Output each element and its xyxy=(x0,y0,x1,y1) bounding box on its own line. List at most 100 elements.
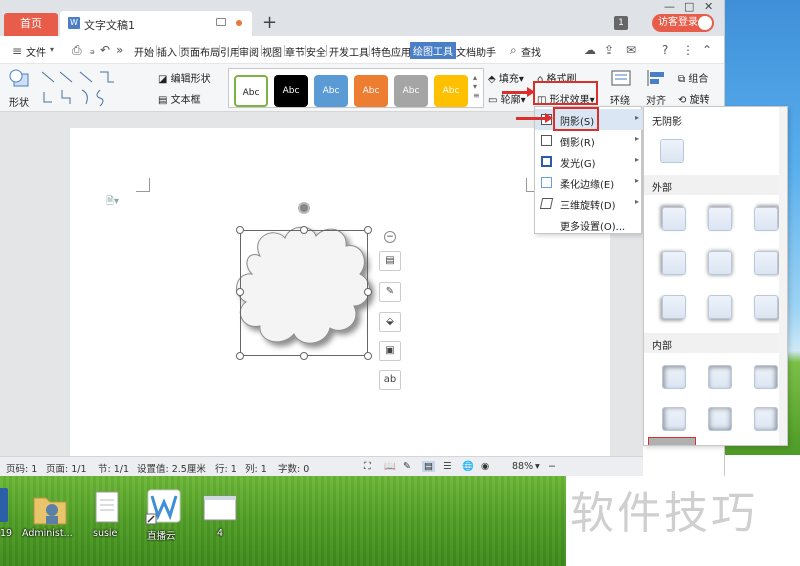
window-icon[interactable] xyxy=(200,488,240,528)
outline-box-icon[interactable]: ▣ xyxy=(379,341,401,361)
align-button[interactable]: 对齐 xyxy=(642,68,672,108)
style-orange[interactable]: Abc xyxy=(354,75,388,107)
zoom-dropdown-icon[interactable]: ▾ xyxy=(535,461,540,472)
group-button[interactable]: ⧉ 组合 xyxy=(678,70,708,85)
pen-icon[interactable]: ✎ xyxy=(379,282,401,302)
rotate-handle-icon[interactable] xyxy=(298,202,310,214)
comment-icon[interactable]: ✉ xyxy=(626,43,636,57)
tab-document[interactable]: W 文字文稿1 xyxy=(60,11,252,36)
rotate-button[interactable]: ⟲ 旋转 xyxy=(678,91,710,106)
outer-shadow-tile[interactable] xyxy=(708,295,732,319)
menu-page-layout[interactable]: 页面布局 xyxy=(180,44,220,59)
status-pages[interactable]: 页面: 1/1 xyxy=(46,461,87,475)
paragraph-icon[interactable]: 🗎▾ xyxy=(106,194,119,211)
resize-handle[interactable] xyxy=(236,352,244,360)
edit-shape-button[interactable]: ◪ 编辑形状 xyxy=(158,70,211,85)
gallery-scroll-icon[interactable]: ▴ ▾ ≡ xyxy=(473,73,480,100)
format-icon[interactable]: ₔ xyxy=(90,43,95,57)
close-icon[interactable]: ✕ xyxy=(704,0,713,13)
menu-references[interactable]: 引用 xyxy=(220,44,240,59)
undo-icon[interactable]: ↶ xyxy=(100,43,110,57)
outer-shadow-tile[interactable] xyxy=(754,295,778,319)
zoom-out-icon[interactable]: − xyxy=(548,461,556,472)
outer-shadow-tile[interactable] xyxy=(708,207,732,231)
menu-item-more-settings[interactable]: 更多设置(O)... xyxy=(535,214,643,235)
status-setting[interactable]: 设置值: 2.5厘米 xyxy=(137,461,206,475)
inner-shadow-tile[interactable] xyxy=(662,407,686,431)
floating-collapse-icon[interactable]: − xyxy=(384,231,396,243)
layout-options-icon[interactable]: ▤ xyxy=(379,251,401,271)
resize-handle[interactable] xyxy=(236,288,244,296)
web-view-icon[interactable]: 🌐 xyxy=(462,461,474,472)
menu-start[interactable]: 开始 xyxy=(134,44,154,59)
chevron-down-icon[interactable]: ▾ xyxy=(50,45,54,54)
inner-shadow-tile[interactable] xyxy=(754,365,778,389)
status-chars[interactable]: 字数: 0 xyxy=(278,461,309,475)
menu-item-soft-edges[interactable]: 柔化边缘(E) ▸ xyxy=(535,172,643,193)
style-black[interactable]: Abc xyxy=(274,75,308,107)
live-cloud-icon[interactable] xyxy=(144,488,184,528)
desktop-icon-partial[interactable] xyxy=(0,488,8,522)
menu-view[interactable]: 视图 xyxy=(262,44,282,59)
help-icon[interactable]: ? xyxy=(662,43,668,57)
maximize-icon[interactable]: □ xyxy=(684,0,694,13)
resize-handle[interactable] xyxy=(364,226,372,234)
zoom-level[interactable]: 88% xyxy=(512,461,533,472)
more-icon[interactable]: » xyxy=(116,43,123,57)
status-page[interactable]: 页码: 1 xyxy=(6,461,37,475)
shape-lines-gallery[interactable] xyxy=(40,68,136,108)
style-blue[interactable]: Abc xyxy=(314,75,348,107)
options-icon[interactable]: ⋮ xyxy=(682,43,694,57)
outer-shadow-tile[interactable] xyxy=(754,251,778,275)
folder-icon[interactable] xyxy=(30,488,70,528)
style-white[interactable]: Abc xyxy=(234,75,268,107)
outline-view-icon[interactable]: ☰ xyxy=(443,461,452,472)
inner-shadow-tile[interactable] xyxy=(708,365,732,389)
menu-drawing-tools[interactable]: 绘图工具 xyxy=(410,42,456,59)
tab-home[interactable]: 首页 xyxy=(4,13,58,36)
outer-shadow-tile[interactable] xyxy=(754,207,778,231)
menu-chapter[interactable]: 章节 xyxy=(285,44,305,59)
eye-protect-icon[interactable]: ◉ xyxy=(481,461,489,472)
hamburger-icon[interactable]: ≡ xyxy=(12,44,22,58)
write-mode-icon[interactable]: ✎ xyxy=(403,461,411,472)
outer-shadow-tile[interactable] xyxy=(662,295,686,319)
resize-handle[interactable] xyxy=(364,352,372,360)
add-tab-button[interactable]: + xyxy=(262,12,277,33)
unsaved-dot-icon[interactable] xyxy=(236,20,242,26)
document-page[interactable]: 🗎▾ xyxy=(70,128,610,457)
fill-bucket-icon[interactable]: ⬙ xyxy=(379,312,401,332)
resize-handle[interactable] xyxy=(364,288,372,296)
outer-shadow-tile[interactable] xyxy=(708,251,732,275)
shape-button[interactable]: 形状 xyxy=(6,68,36,109)
share-icon[interactable]: ⇪ xyxy=(604,43,614,57)
minimize-icon[interactable]: — xyxy=(664,0,675,13)
search-label[interactable]: 查找 xyxy=(521,44,541,59)
inner-shadow-tile[interactable] xyxy=(754,407,778,431)
search-icon[interactable]: ⌕ xyxy=(510,43,517,58)
fill-button[interactable]: ⬘ 填充▾ xyxy=(488,70,524,85)
read-mode-icon[interactable]: 📖 xyxy=(384,461,396,472)
style-gray[interactable]: Abc xyxy=(394,75,428,107)
menu-review[interactable]: 审阅 xyxy=(239,44,259,59)
inner-shadow-tile[interactable] xyxy=(708,407,732,431)
style-gold[interactable]: Abc xyxy=(434,75,468,107)
inner-shadow-tile[interactable] xyxy=(662,365,686,389)
fullscreen-icon[interactable]: ⛶ xyxy=(364,461,371,472)
window-count-badge[interactable]: 1 xyxy=(614,16,628,30)
menu-file[interactable]: 文件 xyxy=(26,44,46,59)
document-icon[interactable] xyxy=(86,488,126,528)
menu-item-glow[interactable]: 发光(G) ▸ xyxy=(535,151,643,172)
text-wrap-icon[interactable]: ab xyxy=(379,370,401,390)
shadow-none-tile[interactable] xyxy=(660,139,684,163)
cloud-icon[interactable]: ☁ xyxy=(584,43,596,57)
save-icon[interactable]: ⎙ xyxy=(72,43,82,58)
text-box-button[interactable]: ▤ 文本框 xyxy=(158,91,201,106)
menu-insert[interactable]: 插入 xyxy=(157,44,177,59)
monitor-icon[interactable] xyxy=(216,18,226,26)
wrap-button[interactable]: 环绕 xyxy=(606,68,636,108)
page-view-icon[interactable]: ▤ xyxy=(422,461,435,472)
menu-features[interactable]: 特色应用 xyxy=(371,44,411,59)
status-col[interactable]: 列: 1 xyxy=(245,461,267,475)
status-section[interactable]: 节: 1/1 xyxy=(98,461,129,475)
